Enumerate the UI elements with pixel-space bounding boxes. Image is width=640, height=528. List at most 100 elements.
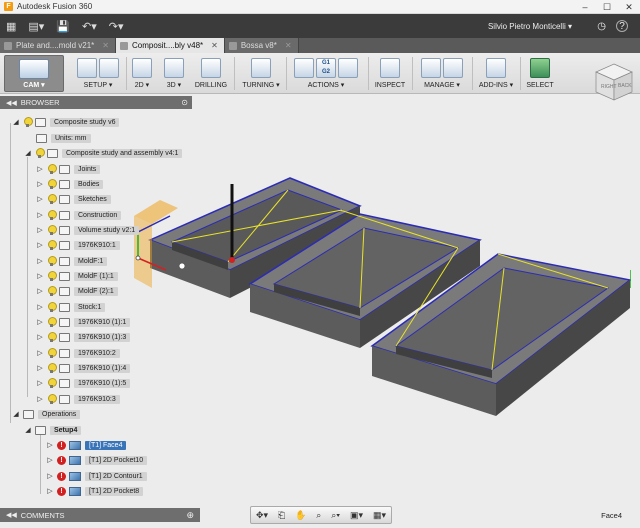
add-ins-menu[interactable]: ADD-INS ▾ [476, 81, 516, 90]
setup-menu[interactable]: SETUP ▾ [72, 81, 124, 90]
minimize-button[interactable]: – [574, 0, 596, 14]
manage-menu[interactable]: MANAGE ▾ [416, 81, 468, 90]
undo-icon[interactable]: ↶▾ [82, 20, 97, 33]
component-item[interactable]: ▷ Stock:1 [36, 300, 106, 314]
tree-item-label[interactable]: MoldF (2):1 [74, 286, 118, 296]
tree-item-label[interactable]: Composite study v6 [50, 117, 120, 127]
zoom-icon[interactable]: ⌕ [316, 510, 321, 521]
display-settings-icon[interactable]: ▣▾ [350, 510, 363, 521]
drilling-button[interactable]: DRILLING [194, 81, 228, 90]
component-item[interactable]: ▷ MoldF (2):1 [36, 284, 118, 298]
visibility-bulb-icon[interactable] [47, 394, 57, 404]
operation-contour[interactable]: ▷ ! [T1] 2D Contour1 [46, 469, 147, 483]
visibility-bulb-icon[interactable] [47, 332, 57, 342]
browser-panel-header[interactable]: ◀◀ BROWSER ⊙ [0, 96, 192, 109]
tree-item-label[interactable]: 1976K910:2 [74, 348, 120, 358]
construction-folder[interactable]: ▷ Construction [36, 208, 122, 222]
post-process-icon[interactable]: G1 G2 [316, 58, 336, 78]
setup-item[interactable]: ◢ Setup4 [24, 423, 82, 437]
inspect-group[interactable]: INSPECT [372, 55, 408, 92]
tree-item-label[interactable]: Volume study v2:1 [74, 225, 140, 235]
expand-triangle-icon[interactable]: ▷ [36, 395, 44, 403]
close-tab-icon[interactable]: ✕ [285, 41, 292, 50]
expand-triangle-icon[interactable]: ▷ [36, 241, 44, 249]
assembly-component-item[interactable]: ◢ Composite study and assembly v4:1 [24, 146, 183, 160]
component-item[interactable]: ▷ 1976K910:2 [36, 346, 120, 360]
operation-face[interactable]: ▷ ! [T1] Face4 [46, 438, 127, 452]
template-library-icon[interactable] [443, 58, 463, 78]
operation-pocket[interactable]: ▷ ! [T1] 2D Pocket8 [46, 484, 144, 498]
expand-triangle-icon[interactable]: ▷ [36, 333, 44, 341]
select-arrow-icon[interactable] [530, 58, 550, 78]
component-item[interactable]: ▷ 1976K910:1 [36, 238, 120, 252]
tree-item-label[interactable]: Construction [74, 210, 122, 220]
collapse-triangle-icon[interactable]: ◢ [24, 426, 32, 434]
expand-triangle-icon[interactable]: ▷ [36, 226, 44, 234]
tree-item-label[interactable]: Sketches [74, 194, 111, 204]
visibility-bulb-icon[interactable] [47, 179, 57, 189]
comments-panel-header[interactable]: ◀◀ COMMENTS ⊕ [0, 508, 200, 522]
bodies-folder[interactable]: ▷ Bodies [36, 177, 104, 191]
component-item[interactable]: ▷ 1976K910:3 [36, 392, 120, 406]
visibility-bulb-icon[interactable] [47, 271, 57, 281]
tab-bossa[interactable]: Bossa v8* ✕ [224, 38, 299, 53]
visibility-bulb-icon[interactable] [47, 210, 57, 220]
tree-item-label[interactable]: Setup4 [50, 425, 82, 435]
tree-item-label[interactable]: 1976K910 (1):4 [74, 363, 131, 373]
joints-folder[interactable]: ▷ Joints [36, 162, 101, 176]
visibility-bulb-icon[interactable] [47, 194, 57, 204]
save-icon[interactable]: 💾 [56, 20, 70, 33]
3d-group[interactable]: 3D ▾ [160, 55, 188, 92]
visibility-bulb-icon[interactable] [47, 225, 57, 235]
tree-root-item[interactable]: ◢ Composite study v6 [12, 115, 120, 129]
tool-library-icon[interactable] [421, 58, 441, 78]
inspect-menu[interactable]: INSPECT [372, 81, 408, 90]
expand-triangle-icon[interactable]: ▷ [36, 195, 44, 203]
visibility-bulb-icon[interactable] [47, 286, 57, 296]
tree-item-label[interactable]: [T1] 2D Contour1 [85, 471, 147, 481]
tree-item-label[interactable]: [T1] Face4 [85, 440, 127, 450]
model-canvas[interactable] [120, 170, 640, 430]
user-account-menu[interactable]: Silvio Pietro Monticelli ▾ [488, 22, 572, 31]
tree-item-label[interactable]: Joints [74, 164, 101, 174]
component-item[interactable]: ▷ Volume study v2:1 [36, 223, 140, 237]
expand-triangle-icon[interactable]: ▷ [36, 287, 44, 295]
3d-menu[interactable]: 3D ▾ [160, 81, 188, 90]
grid-settings-icon[interactable]: ▦▾ [373, 510, 386, 521]
visibility-bulb-icon[interactable] [35, 148, 45, 158]
collapse-arrows-icon[interactable]: ◀◀ [6, 511, 17, 519]
tree-item-label[interactable]: 1976K910:3 [74, 394, 120, 404]
tree-item-label[interactable]: [T1] 2D Pocket8 [85, 486, 144, 496]
tree-item-label[interactable]: Composite study and assembly v4:1 [62, 148, 183, 158]
close-tab-icon[interactable]: ✕ [211, 41, 218, 50]
folder-icon[interactable] [99, 58, 119, 78]
component-item[interactable]: ▷ MoldF (1):1 [36, 269, 118, 283]
drill-icon[interactable] [201, 58, 221, 78]
collapse-arrows-icon[interactable]: ◀◀ [6, 99, 17, 107]
tree-item-label[interactable]: 1976K910 (1):1 [74, 317, 131, 327]
visibility-bulb-icon[interactable] [23, 117, 33, 127]
2d-menu[interactable]: 2D ▾ [128, 81, 156, 90]
visibility-bulb-icon[interactable] [47, 348, 57, 358]
view-cube-right-label[interactable]: RIGHT [601, 84, 617, 90]
setup-group[interactable]: SETUP ▾ [72, 55, 124, 92]
add-ins-group[interactable]: ADD-INS ▾ [476, 55, 516, 92]
help-icon[interactable]: ? [616, 20, 628, 32]
workspace-switcher-cam[interactable]: CAM ▾ [4, 55, 64, 92]
pin-icon[interactable]: ⊙ [181, 98, 188, 107]
component-item[interactable]: ▷ 1976K910 (1):3 [36, 330, 131, 344]
view-cube[interactable]: RIGHT BACK [592, 60, 636, 104]
expand-triangle-icon[interactable]: ▷ [46, 456, 54, 464]
tree-item-label[interactable]: Bodies [74, 179, 104, 189]
component-item[interactable]: ▷ MoldF:1 [36, 254, 108, 268]
expand-triangle-icon[interactable]: ▷ [36, 272, 44, 280]
measure-icon[interactable] [380, 58, 400, 78]
tab-composite-assembly[interactable]: Composit....bly v48* ✕ [115, 38, 225, 53]
close-tab-icon[interactable]: ✕ [102, 41, 109, 50]
redo-icon[interactable]: ↷▾ [109, 20, 124, 33]
add-comment-icon[interactable]: ⊕ [186, 510, 194, 521]
collapse-triangle-icon[interactable]: ◢ [12, 410, 20, 418]
expand-triangle-icon[interactable]: ▷ [36, 303, 44, 311]
expand-triangle-icon[interactable]: ▷ [36, 257, 44, 265]
tree-item-label[interactable]: 1976K910 (1):3 [74, 332, 131, 342]
